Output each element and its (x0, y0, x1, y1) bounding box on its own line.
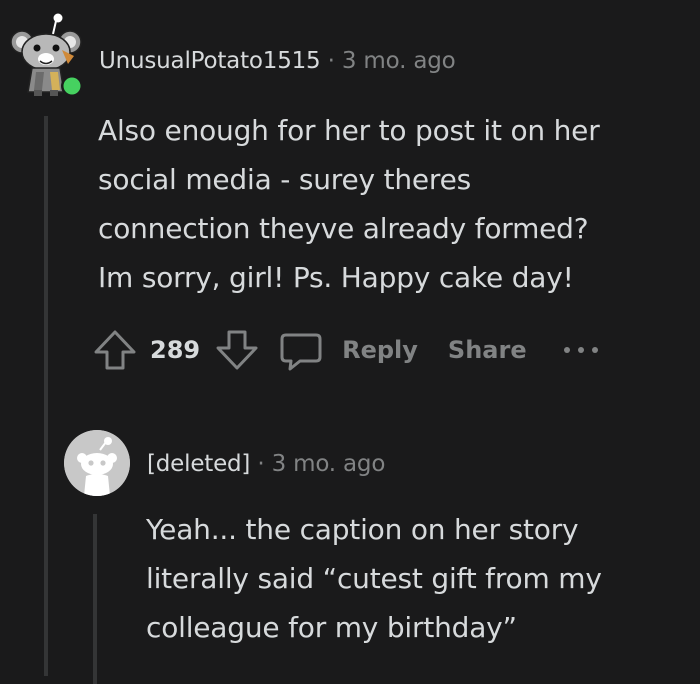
comment-timestamp[interactable]: 3 mo. ago (342, 48, 456, 74)
reply-timestamp[interactable]: 3 mo. ago (272, 451, 386, 477)
default-snoo-icon (64, 430, 130, 496)
thread-line[interactable] (44, 116, 48, 676)
comment-body: Also enough for her to post it on her so… (98, 106, 688, 302)
more-dots-icon (563, 347, 598, 353)
meta-separator: · (257, 451, 265, 477)
reply-label: Reply (342, 336, 418, 364)
reply-body: Yeah... the caption on her story literal… (146, 505, 691, 652)
more-options-button[interactable] (561, 344, 601, 356)
comment-bubble-icon (280, 333, 322, 371)
meta-separator: · (327, 48, 335, 74)
downvote-button[interactable] (214, 327, 260, 373)
comment-body-line: Also enough for her to post it on her (98, 114, 600, 147)
comment-username[interactable]: UnusualPotato1515 (99, 48, 321, 74)
reply-thread-line[interactable] (93, 514, 97, 684)
reply-meta: [deleted] · 3 mo. ago (147, 451, 385, 477)
reply-username: [deleted] (147, 451, 251, 477)
upvote-arrow-icon (94, 330, 136, 370)
vote-count: 289 (150, 336, 201, 364)
comment-body-line: connection theyve already formed? (98, 212, 589, 245)
reply-body-line: Yeah... the caption on her story (146, 513, 579, 546)
comment-meta: UnusualPotato1515 · 3 mo. ago (99, 48, 456, 74)
reply-body-line: colleague for my birthday” (146, 611, 517, 644)
comment-body-line: Im sorry, girl! Ps. Happy cake day! (98, 261, 574, 294)
online-status-icon (61, 75, 83, 97)
share-button[interactable]: Share (448, 336, 527, 364)
comment-body-line: social media - surey theres (98, 163, 472, 196)
downvote-arrow-icon (216, 330, 258, 370)
reply-body-line: literally said “cutest gift from my (146, 562, 602, 595)
deleted-user-avatar (64, 430, 130, 496)
comment-actions: 289 Reply Share (92, 325, 601, 375)
upvote-button[interactable] (92, 327, 138, 373)
reply-button[interactable]: Reply (278, 327, 418, 373)
user-avatar[interactable] (10, 12, 86, 98)
